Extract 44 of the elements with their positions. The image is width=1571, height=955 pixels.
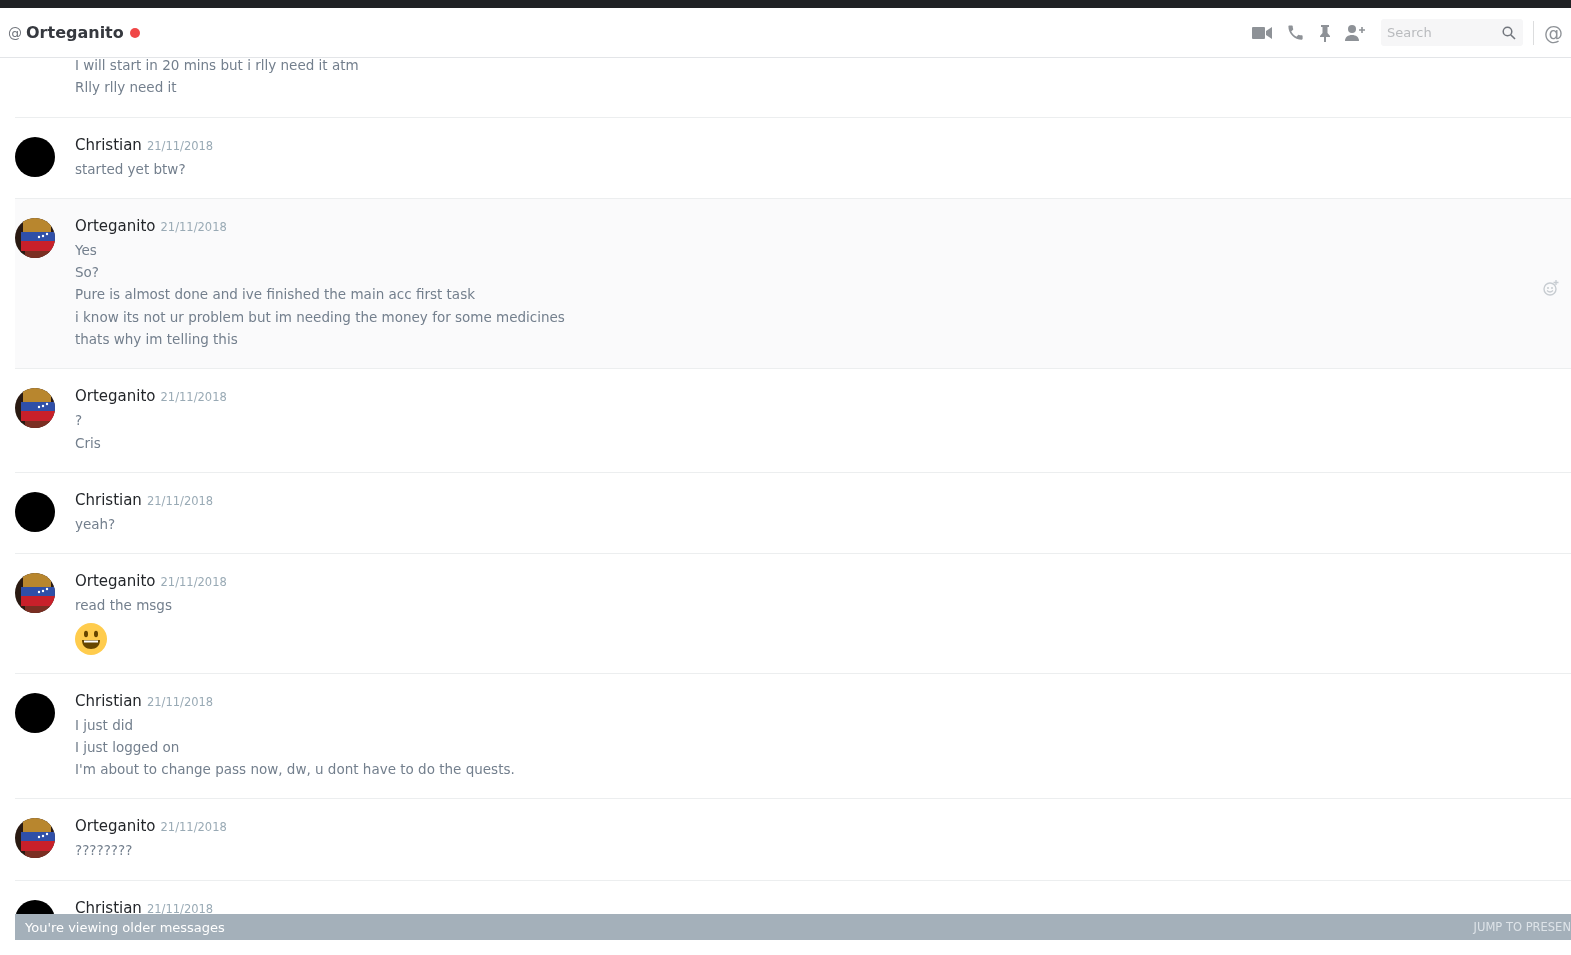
message-text: i know its not ur problem but im needing the money for some medicines (75, 307, 565, 327)
timestamp: 21/11/2018 (160, 390, 227, 405)
add-friend-icon[interactable] (1345, 24, 1367, 41)
timestamp: 21/11/2018 (146, 493, 214, 508)
author-name[interactable]: Orteganito (75, 817, 156, 836)
timestamp: 21/11/2018 (160, 575, 227, 590)
at-sign: @ (8, 24, 22, 41)
search-field[interactable]: Search (1381, 19, 1523, 46)
avatar[interactable] (15, 136, 55, 177)
video-camera-icon[interactable] (1252, 25, 1272, 40)
message-text: Rlly rlly need it (75, 78, 177, 98)
timestamp: 21/11/2018 (146, 901, 214, 916)
older-messages-text: You're viewing older messages (25, 919, 225, 935)
message-text: I'm about to change pass now, dw, u dont have to do the quests. (75, 760, 515, 780)
timestamp: 21/11/2018 (146, 138, 214, 153)
message-text: Pure is almost done and ive finished the main acc first task (75, 285, 475, 305)
author-name[interactable]: Christian (75, 691, 142, 710)
timestamp: 21/11/2018 (160, 820, 227, 835)
message-text: read the msgs (75, 596, 172, 616)
message-text: started yet btw? (75, 159, 186, 179)
author-name[interactable]: Christian (75, 135, 142, 154)
pin-icon[interactable] (1319, 23, 1331, 42)
avatar[interactable] (15, 491, 55, 532)
phone-icon[interactable] (1286, 23, 1305, 42)
timestamp: 21/11/2018 (160, 219, 227, 234)
message-text: Cris (75, 433, 101, 453)
author-name[interactable]: Orteganito (75, 216, 156, 235)
message-text: yeah? (75, 514, 116, 534)
message-text: Yes (75, 240, 97, 260)
message-text: I will start in 20 mins but i rlly need it atm (75, 58, 359, 75)
channel-title: Orteganito (26, 23, 124, 42)
author-name[interactable]: Orteganito (75, 572, 156, 591)
message-text: ???????? (75, 841, 133, 861)
author-name[interactable]: Orteganito (75, 387, 156, 406)
search-icon (1502, 26, 1516, 40)
author-name[interactable]: Christian (75, 490, 142, 509)
avatar[interactable] (15, 692, 55, 733)
timestamp: 21/11/2018 (146, 694, 214, 709)
author-name[interactable]: Christian (75, 898, 142, 917)
message-text: ? (75, 411, 83, 431)
message-text: So? (75, 263, 99, 283)
message-text: I just logged on (75, 737, 180, 757)
message-text: I just did (75, 715, 134, 735)
message-text: thats why im telling this (75, 330, 238, 350)
